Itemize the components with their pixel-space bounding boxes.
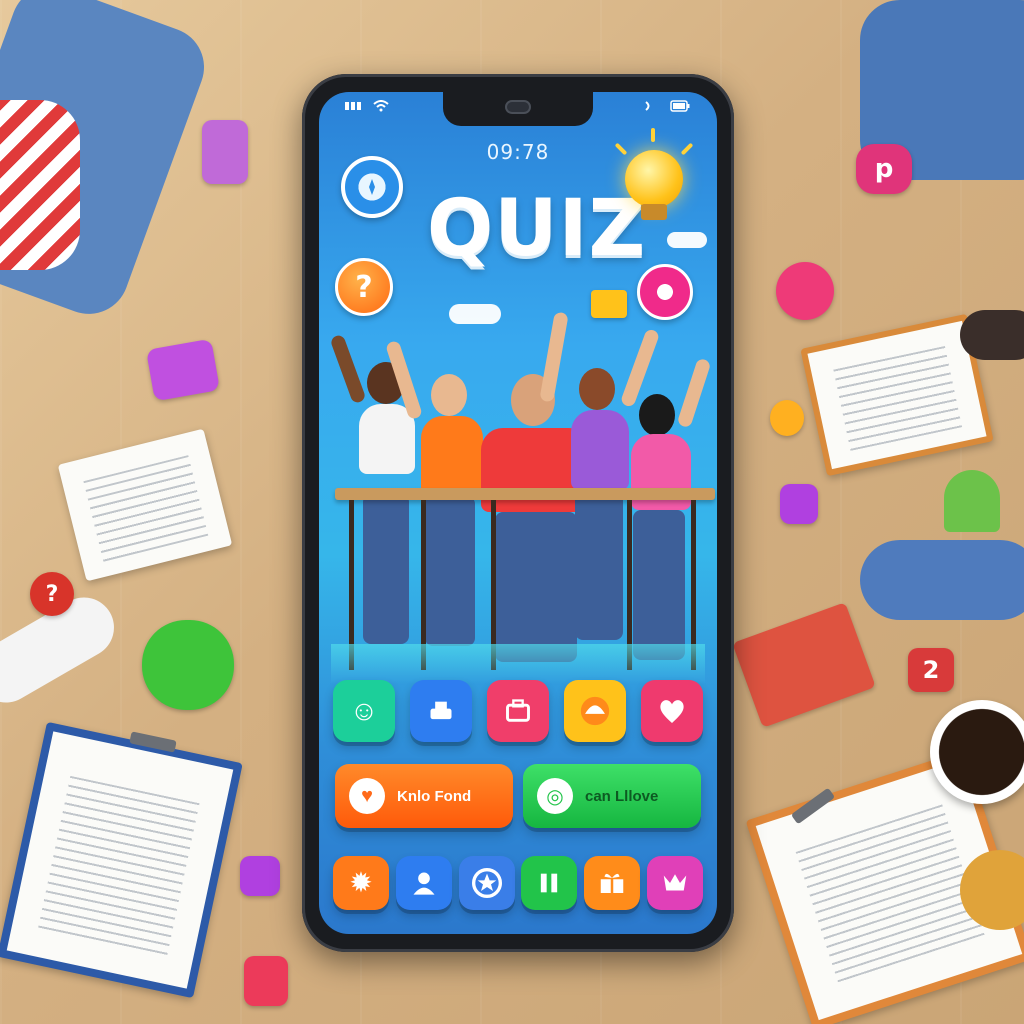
friends-illustration bbox=[329, 311, 715, 684]
crown-icon bbox=[663, 874, 687, 891]
cactus-plant bbox=[944, 470, 1000, 532]
pill-button-row: ♥ Knlo Fond ◎ can Lllove bbox=[335, 764, 701, 828]
number-sticker: 2 bbox=[908, 648, 954, 692]
bulb-ray bbox=[651, 128, 655, 142]
pink-sticker bbox=[240, 856, 280, 896]
lightbulb-icon bbox=[625, 150, 683, 208]
clipboard-left-bottom bbox=[0, 721, 243, 999]
wifi-icon bbox=[373, 100, 389, 112]
status-bar-left bbox=[345, 100, 389, 112]
person-button[interactable] bbox=[395, 856, 452, 910]
heart-icon: ♥ bbox=[349, 778, 385, 814]
question-sticker: ? bbox=[30, 572, 74, 616]
heart-icon bbox=[660, 700, 684, 723]
floor-glow bbox=[331, 644, 705, 684]
chat-face-button[interactable]: ☺ bbox=[333, 680, 395, 742]
printer-icon bbox=[430, 701, 452, 720]
table bbox=[335, 488, 715, 500]
printer-button[interactable] bbox=[410, 680, 472, 742]
chart-sticker bbox=[732, 602, 876, 728]
cloud-decoration bbox=[667, 232, 707, 248]
red-sticker bbox=[244, 956, 288, 1006]
briefcase-icon bbox=[506, 699, 530, 722]
purple-sticker bbox=[780, 484, 818, 524]
person-arm bbox=[860, 540, 1024, 620]
mascot-sticker bbox=[142, 620, 234, 710]
star-badge-button[interactable] bbox=[458, 856, 515, 910]
pill-label: Knlo Fond bbox=[397, 787, 472, 805]
chat-icon: ◎ bbox=[537, 778, 573, 814]
crown-button[interactable] bbox=[646, 856, 703, 910]
chat-face-icon: ☺ bbox=[349, 695, 379, 726]
sun-icon: ✹ bbox=[349, 867, 373, 898]
gift-icon bbox=[600, 873, 624, 893]
sun-button[interactable]: ✹ bbox=[333, 856, 389, 910]
camera-notch bbox=[443, 92, 593, 126]
bulb-sticker bbox=[770, 400, 804, 436]
pause-button[interactable] bbox=[521, 856, 578, 910]
compass-bubble-icon[interactable] bbox=[341, 156, 403, 218]
app-title: QUIZ bbox=[427, 184, 647, 274]
person-icon bbox=[413, 872, 435, 895]
front-camera bbox=[505, 100, 531, 114]
pill-label: can Lllove bbox=[585, 787, 659, 805]
top-button-row: ☺ bbox=[333, 680, 703, 742]
p-badge-sticker: p bbox=[856, 144, 912, 194]
coffee-mug bbox=[930, 700, 1024, 804]
dome-icon bbox=[580, 696, 610, 726]
battery-icon bbox=[670, 100, 690, 112]
sound-icon bbox=[645, 101, 650, 111]
knlo-fond-button[interactable]: ♥ Knlo Fond bbox=[335, 764, 513, 828]
search-sticker bbox=[776, 262, 834, 320]
can-lllove-button[interactable]: ◎ can Lllove bbox=[523, 764, 701, 828]
search-bubble-icon[interactable] bbox=[637, 264, 693, 320]
pause-icon bbox=[541, 873, 558, 893]
lightbulb-base bbox=[641, 204, 667, 220]
cup-sticker bbox=[202, 120, 248, 184]
person-arm bbox=[0, 100, 80, 270]
clipboard-left-top bbox=[57, 428, 233, 582]
envelope-icon bbox=[591, 290, 627, 318]
briefcase-button[interactable] bbox=[487, 680, 549, 742]
phone-screen: 09:78 QUIZ ? ☺ ♥ Knlo Fond ◎ can Lllove … bbox=[319, 92, 717, 934]
person-arm bbox=[960, 310, 1024, 360]
question-bubble-icon[interactable]: ? bbox=[335, 258, 393, 316]
bottom-button-row: ✹ bbox=[333, 856, 703, 910]
dome-button[interactable] bbox=[564, 680, 626, 742]
cloud-decoration bbox=[449, 304, 501, 324]
heart-button[interactable] bbox=[641, 680, 703, 742]
star-badge-icon bbox=[471, 868, 502, 898]
status-bar-right bbox=[643, 100, 691, 112]
signal-icon bbox=[345, 102, 361, 110]
gift-button[interactable] bbox=[584, 856, 641, 910]
chat-sticker bbox=[145, 338, 221, 402]
smartphone: 09:78 QUIZ ? ☺ ♥ Knlo Fond ◎ can Lllove … bbox=[302, 74, 734, 952]
